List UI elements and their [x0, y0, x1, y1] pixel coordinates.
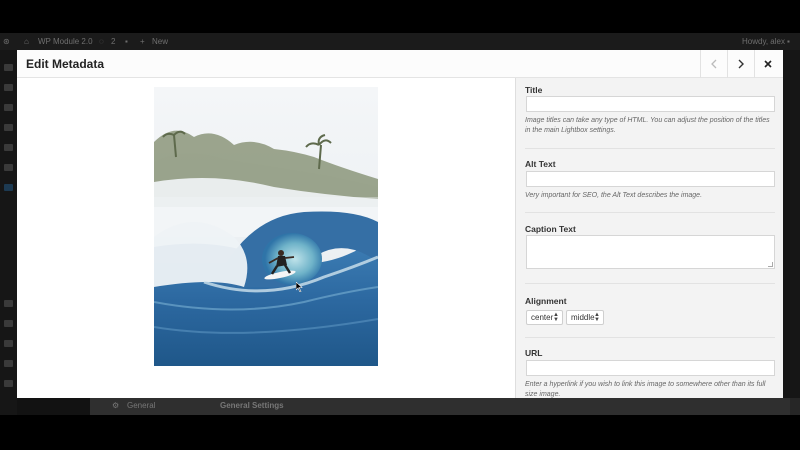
horizontal-alignment-value: center — [531, 313, 554, 322]
previous-image-button[interactable] — [700, 50, 727, 78]
caption-label: Caption Text — [525, 224, 576, 234]
url-help-text: Enter a hyperlink if you wish to link th… — [525, 381, 766, 398]
close-icon — [764, 60, 772, 68]
surfer-image — [154, 87, 378, 366]
chevron-left-icon — [711, 59, 717, 69]
posts-icon[interactable] — [4, 84, 13, 91]
admin-bottom-content: ⚙ General General Settings — [17, 398, 800, 415]
tools-icon[interactable] — [4, 360, 13, 367]
url-input[interactable] — [526, 360, 775, 376]
caption-textarea[interactable] — [526, 235, 775, 269]
comment-bubble-icon[interactable]: ▪ — [125, 37, 128, 46]
wordpress-logo-icon[interactable]: ⊛ — [3, 37, 10, 46]
alt-text-help-text: Very important for SEO, the Alt Text des… — [525, 192, 703, 199]
home-icon[interactable]: ⌂ — [24, 37, 29, 46]
general-settings-heading: General Settings — [220, 401, 284, 410]
title-help-text: Image titles can take any type of HTML. … — [525, 117, 770, 134]
surf-wave-photo — [154, 87, 378, 366]
admin-sidebar — [0, 50, 17, 415]
vertical-alignment-select[interactable]: middle ▲ ▼ — [566, 310, 604, 325]
image-preview-pane — [17, 78, 515, 398]
appearance-icon[interactable] — [4, 300, 13, 307]
close-modal-button[interactable] — [754, 50, 781, 78]
title-input[interactable] — [526, 96, 775, 112]
module-menu-icon[interactable] — [4, 184, 13, 191]
modal-header: Edit Metadata — [17, 50, 783, 78]
media-icon[interactable] — [4, 124, 13, 131]
gear-icon[interactable]: ⚙ — [112, 401, 119, 410]
alt-text-input[interactable] — [526, 171, 775, 187]
resize-grip-icon[interactable] — [768, 262, 773, 267]
chevron-right-icon — [738, 59, 744, 69]
avatar[interactable]: ▪ — [787, 37, 790, 46]
next-image-button[interactable] — [727, 50, 754, 78]
url-label: URL — [525, 348, 543, 358]
comments-count[interactable]: 2 — [111, 37, 115, 46]
bottom-tab-general[interactable]: General — [127, 401, 155, 410]
howdy-user[interactable]: Howdy, alex — [742, 37, 785, 46]
dashboard-icon[interactable] — [4, 64, 13, 71]
admin-site-name[interactable]: WP Module 2.0 — [38, 37, 93, 46]
metadata-sidebar: Title Image titles can take any type of … — [515, 78, 783, 398]
horizontal-alignment-select[interactable]: center ▲ ▼ — [526, 310, 563, 325]
pages-icon[interactable] — [4, 144, 13, 151]
plus-icon[interactable]: + — [140, 37, 145, 46]
vertical-alignment-value: middle — [571, 313, 595, 322]
comments-menu-icon[interactable] — [4, 164, 13, 171]
alignment-label: Alignment — [525, 296, 567, 306]
pin-icon[interactable] — [4, 104, 13, 111]
select-arrows-icon: ▲ ▼ — [594, 312, 600, 323]
plugins-icon[interactable] — [4, 320, 13, 327]
new-content-link[interactable]: New — [152, 37, 168, 46]
comments-icon[interactable]: ◌ — [99, 37, 104, 46]
select-arrows-icon: ▲ ▼ — [553, 312, 559, 323]
modal-title: Edit Metadata — [26, 57, 105, 71]
title-label: Title — [525, 85, 543, 95]
edit-metadata-modal: Edit Metadata Title Image titles can tak… — [17, 50, 783, 398]
settings-icon[interactable] — [4, 380, 13, 387]
admin-bar: ⊛ ⌂ WP Module 2.0 ◌ 2 ▪ + New Howdy, ale… — [0, 33, 800, 50]
users-icon[interactable] — [4, 340, 13, 347]
alt-text-label: Alt Text — [525, 159, 556, 169]
admin-right-edge — [783, 50, 800, 398]
mouse-cursor-icon — [295, 279, 303, 297]
